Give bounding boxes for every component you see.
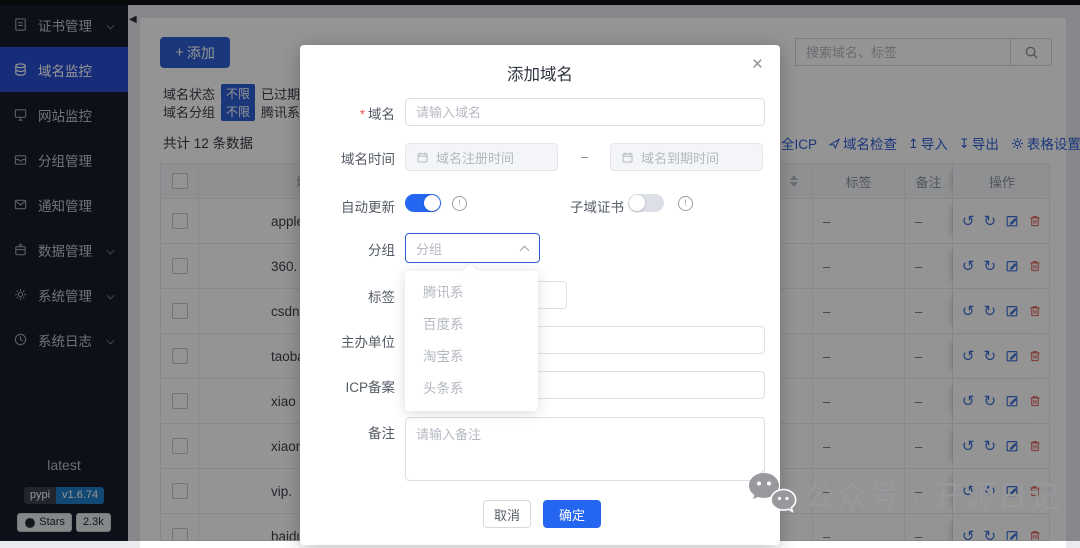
watermark: 公众号 · 开源日记 bbox=[745, 470, 1062, 518]
register-date-input[interactable]: 域名注册时间 bbox=[405, 143, 558, 171]
field-label-org: 主办单位 bbox=[341, 335, 395, 350]
remark-textarea[interactable] bbox=[405, 417, 765, 481]
expire-date-input[interactable]: 域名到期时间 bbox=[610, 143, 763, 171]
field-label-sub-cert: 子域证书 bbox=[570, 200, 624, 215]
close-icon[interactable]: × bbox=[752, 54, 763, 76]
date-separator: – bbox=[581, 149, 589, 164]
domain-input[interactable] bbox=[405, 98, 765, 126]
calendar-icon bbox=[621, 151, 634, 164]
register-date-placeholder: 域名注册时间 bbox=[436, 150, 515, 166]
field-label-icp: ICP备案 bbox=[345, 380, 395, 395]
expire-date-placeholder: 域名到期时间 bbox=[641, 150, 720, 166]
group-option[interactable]: 百度系 bbox=[405, 309, 538, 341]
group-select[interactable]: 分组 bbox=[405, 233, 540, 263]
group-option[interactable]: 淘宝系 bbox=[405, 341, 538, 373]
field-label-group: 分组 bbox=[368, 243, 395, 258]
confirm-button[interactable]: 确定 bbox=[543, 500, 601, 528]
group-select-placeholder: 分组 bbox=[416, 241, 443, 257]
watermark-text: 公众号 · 开源日记 bbox=[805, 481, 1062, 514]
field-label-tags: 标签 bbox=[368, 290, 395, 305]
wechat-icon bbox=[745, 470, 797, 518]
field-label-time: 域名时间 bbox=[341, 152, 395, 167]
auto-update-toggle[interactable] bbox=[405, 194, 441, 212]
group-option[interactable]: 头条系 bbox=[405, 373, 538, 405]
field-label-domain: * 域名 bbox=[359, 107, 395, 122]
calendar-icon bbox=[416, 151, 429, 164]
cancel-button[interactable]: 取消 bbox=[483, 500, 531, 528]
group-dropdown: 腾讯系 百度系 淘宝系 头条系 bbox=[405, 263, 538, 411]
field-label-auto-update: 自动更新 bbox=[341, 200, 395, 215]
info-icon[interactable]: ! bbox=[452, 196, 467, 211]
sub-cert-toggle[interactable] bbox=[628, 194, 664, 212]
add-domain-modal: 添加域名 × *域名 域名时间 域名注册时间 – 域名到期时间 自动更新 ! 子… bbox=[300, 45, 780, 545]
modal-title: 添加域名 bbox=[507, 66, 573, 84]
required-mark: * bbox=[359, 107, 365, 122]
chevron-up-icon bbox=[521, 244, 529, 252]
field-label-remark: 备注 bbox=[368, 426, 395, 441]
info-icon[interactable]: ! bbox=[678, 196, 693, 211]
group-option[interactable]: 腾讯系 bbox=[405, 277, 538, 309]
